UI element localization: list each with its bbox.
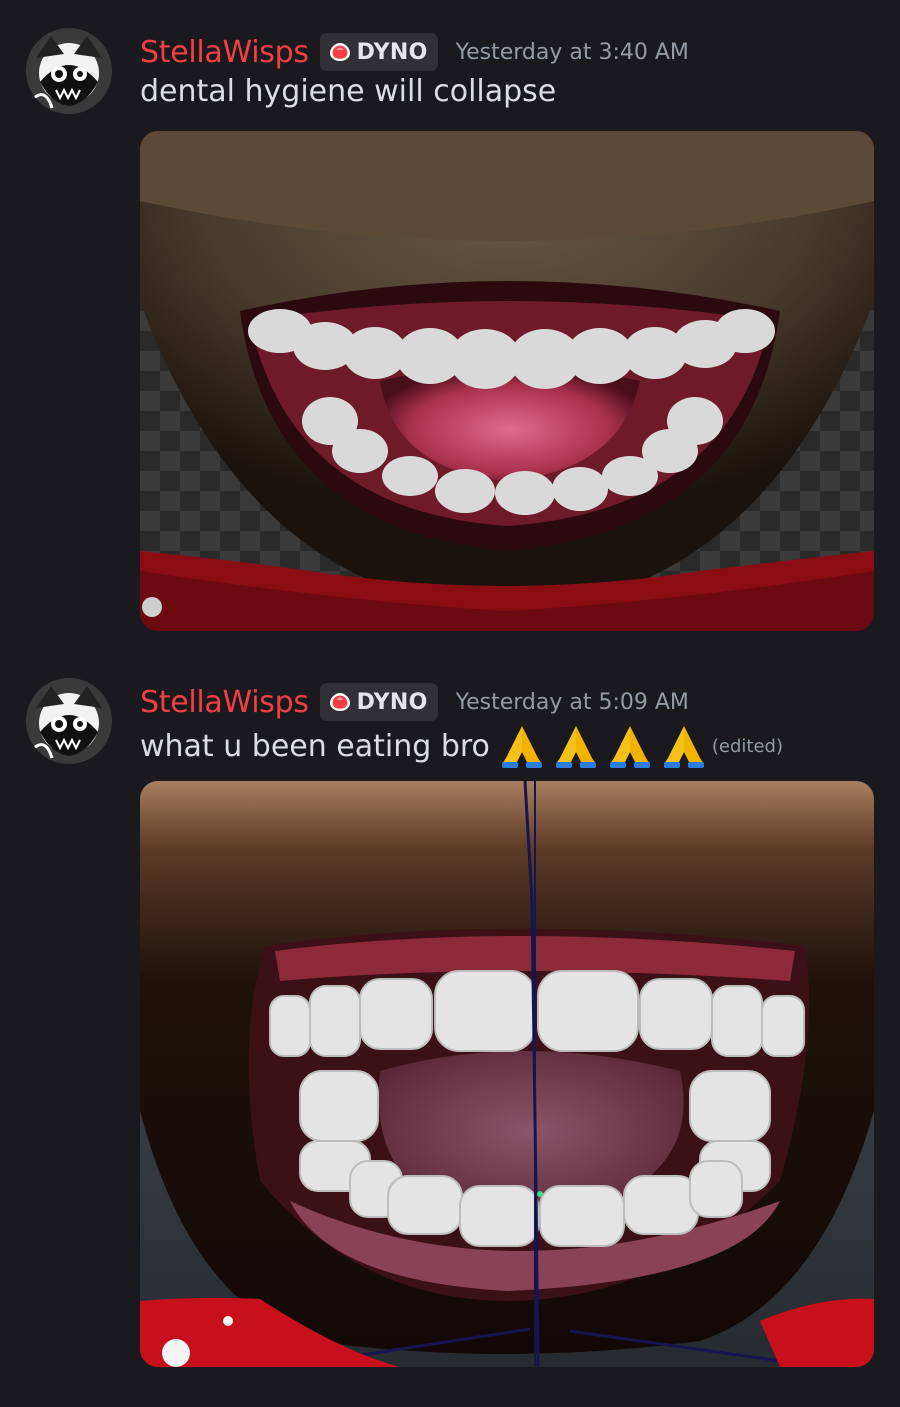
role-tag[interactable]: DYNO <box>319 33 438 71</box>
message-text: dental hygiene will collapse <box>140 74 557 109</box>
image-attachment[interactable] <box>140 131 874 631</box>
folded-hands-emoji[interactable] <box>498 724 546 768</box>
folded-hands-emoji[interactable] <box>552 724 600 768</box>
avatar[interactable] <box>26 678 112 764</box>
username[interactable]: StellaWisps <box>140 685 309 720</box>
emoji-row <box>498 724 708 768</box>
edited-label: (edited) <box>711 735 784 757</box>
smile-render-image <box>140 131 874 631</box>
message-content: dental hygiene will collapse <box>140 74 556 109</box>
avatar-icon <box>26 28 112 114</box>
folded-hands-emoji[interactable] <box>660 724 708 768</box>
image-attachment[interactable] <box>140 781 874 1367</box>
avatar-icon <box>26 678 112 764</box>
role-label: DYNO <box>356 39 428 65</box>
folded-hands-emoji[interactable] <box>606 724 654 768</box>
message-text: what u been eating bro <box>140 728 490 764</box>
chat-log: StellaWisps DYNO Yesterday at 3:40 AM de… <box>0 0 900 1407</box>
role-gem-icon <box>329 43 350 61</box>
role-label: DYNO <box>356 689 428 715</box>
avatar[interactable] <box>26 28 112 114</box>
role-gem-icon <box>329 693 350 711</box>
timestamp[interactable]: Yesterday at 5:09 AM <box>456 690 689 715</box>
message-content: what u been eating bro (edited) <box>140 724 783 768</box>
username[interactable]: StellaWisps <box>140 35 309 70</box>
role-tag[interactable]: DYNO <box>319 683 438 721</box>
mouth-render-image <box>140 781 874 1367</box>
timestamp[interactable]: Yesterday at 3:40 AM <box>456 40 689 65</box>
message-header: StellaWisps DYNO Yesterday at 5:09 AM <box>140 680 689 724</box>
message-header: StellaWisps DYNO Yesterday at 3:40 AM <box>140 30 689 74</box>
